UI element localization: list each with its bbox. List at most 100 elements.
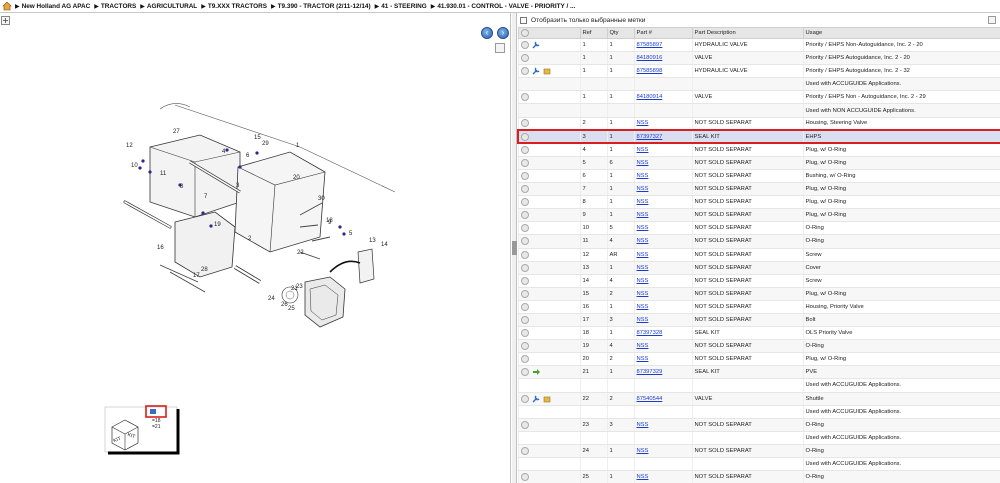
callout-label[interactable]: 5: [349, 231, 353, 237]
table-row[interactable]: 25 1 NSS NOT SOLD SEPARAT O-Ring: [517, 470, 1000, 483]
part-number-link[interactable]: 84180914: [637, 94, 663, 100]
select-row-icon[interactable]: [520, 420, 529, 429]
expand-icon[interactable]: [1, 15, 10, 25]
callout-label[interactable]: 14: [381, 242, 388, 248]
select-row-icon[interactable]: [520, 54, 529, 63]
select-row-icon[interactable]: [520, 158, 529, 167]
part-number-link[interactable]: NSS: [637, 422, 649, 428]
col-usage[interactable]: Usage: [802, 27, 1000, 39]
col-part-description[interactable]: Part Description: [691, 27, 804, 39]
select-row-icon[interactable]: [520, 446, 529, 455]
table-row[interactable]: 17 3 NSS NOT SOLD SEPARAT Bolt: [517, 313, 1000, 328]
part-number-link[interactable]: NSS: [637, 343, 649, 349]
select-row-icon[interactable]: [520, 355, 529, 364]
table-row[interactable]: Used with ACCUGUIDE Applications.: [517, 431, 1000, 445]
select-row-icon[interactable]: [520, 119, 529, 128]
col-qty[interactable]: Qty: [606, 27, 635, 39]
table-row[interactable]: Used with ACCUGUIDE Applications.: [517, 457, 1000, 472]
part-number-link[interactable]: 87540544: [637, 396, 663, 402]
table-row[interactable]: 2 1 NSS NOT SOLD SEPARAT Housing, Steering V…: [517, 117, 1000, 131]
part-number-link[interactable]: NSS: [637, 199, 649, 205]
callout-label[interactable]: 26: [281, 302, 288, 308]
table-row[interactable]: Used with NON ACCUGUIDE Applications.: [517, 103, 1000, 118]
table-row[interactable]: 1 1 87585897 HYDRAULIC VALVE Priority / EHPS…: [517, 38, 1000, 53]
select-row-icon[interactable]: [520, 329, 529, 338]
part-number-link[interactable]: NSS: [637, 186, 649, 192]
table-row[interactable]: 9 1 NSS NOT SOLD SEPARAT Plug, w/ O-Ring: [517, 208, 1000, 223]
table-row[interactable]: 1 1 84180914 VALVE Priority / EHPS Non - Aut…: [517, 90, 1000, 105]
wrench-icon[interactable]: [532, 67, 540, 75]
callout-label[interactable]: 24: [268, 296, 275, 302]
callout-label[interactable]: 30: [318, 196, 325, 202]
part-number-link[interactable]: NSS: [637, 356, 649, 362]
select-row-icon[interactable]: [520, 93, 529, 102]
callout-label[interactable]: 6: [246, 153, 250, 159]
select-row-icon[interactable]: [520, 394, 529, 403]
select-row-icon[interactable]: [520, 211, 529, 220]
table-row[interactable]: 4 1 NSS NOT SOLD SEPARAT Plug, w/ O-Ring: [517, 143, 1000, 157]
callout-label[interactable]: 20: [293, 175, 300, 181]
callout-label[interactable]: 23: [296, 284, 303, 290]
select-row-icon[interactable]: [520, 171, 529, 180]
home-icon[interactable]: [2, 1, 12, 11]
select-row-icon[interactable]: [520, 289, 529, 298]
part-number-link[interactable]: 87585898: [637, 68, 663, 74]
part-number-link[interactable]: NSS: [637, 252, 649, 258]
table-row[interactable]: 21 1 87397329 SEAL KIT PVE: [517, 365, 1000, 380]
table-row[interactable]: Used with ACCUGUIDE Applications.: [517, 77, 1000, 92]
select-row-icon[interactable]: [520, 368, 529, 377]
table-row[interactable]: 6 1 NSS NOT SOLD SEPARAT Bushing, w/ O-Ring: [517, 169, 1000, 184]
select-row-icon[interactable]: [520, 41, 529, 50]
select-row-icon[interactable]: [520, 250, 529, 259]
part-number-link[interactable]: NSS: [637, 278, 649, 284]
breadcrumb-item[interactable]: New Holland AG APAC: [22, 3, 91, 10]
callout-label[interactable]: 13: [369, 238, 376, 244]
package-icon[interactable]: [543, 67, 551, 75]
table-row[interactable]: 18 1 87397328 SEAL KIT OLS Priority Valve: [517, 326, 1000, 341]
close-box-icon[interactable]: [988, 16, 996, 24]
table-row[interactable]: 19 4 NSS NOT SOLD SEPARAT O-Ring: [517, 339, 1000, 354]
table-row[interactable]: 5 6 NSS NOT SOLD SEPARAT Plug, w/ O-Ring: [517, 156, 1000, 170]
table-row[interactable]: 1 1 87585898 HYDRAULIC VALVE Priority / EHPS…: [517, 64, 1000, 79]
table-row[interactable]: 7 1 NSS NOT SOLD SEPARAT Plug, w/ O-Ring: [517, 182, 1000, 197]
table-row[interactable]: Used with ACCUGUIDE Applications.: [517, 405, 1000, 419]
select-row-icon[interactable]: [520, 276, 529, 285]
part-number-link[interactable]: NSS: [637, 120, 649, 126]
part-number-link[interactable]: NSS: [637, 304, 649, 310]
col-part-number[interactable]: Part #: [633, 27, 693, 39]
callout-label[interactable]: 18: [326, 218, 333, 224]
table-row[interactable]: 22 2 87540544 VALVE Shuttle: [517, 392, 1000, 406]
part-number-link[interactable]: NSS: [637, 225, 649, 231]
table-row[interactable]: 24 1 NSS NOT SOLD SEPARAT O-Ring: [517, 444, 1000, 459]
part-number-link[interactable]: NSS: [637, 160, 649, 166]
select-row-icon[interactable]: [520, 185, 529, 194]
select-row-icon[interactable]: [520, 342, 529, 351]
callout-label[interactable]: 19: [214, 222, 221, 228]
table-row[interactable]: Used with ACCUGUIDE Applications.: [517, 378, 1000, 393]
part-number-link[interactable]: NSS: [637, 265, 649, 271]
select-row-icon[interactable]: [521, 132, 529, 141]
select-row-icon[interactable]: [520, 473, 529, 482]
table-row[interactable]: 1 1 84180916 VALVE Priority / EHPS Autoguida…: [517, 51, 1000, 66]
callout-label[interactable]: 27: [173, 129, 180, 135]
part-number-link[interactable]: 87397329: [637, 369, 663, 375]
col-ref[interactable]: Ref: [579, 27, 608, 39]
select-row-icon[interactable]: [520, 224, 529, 233]
part-number-link[interactable]: NSS: [637, 317, 649, 323]
select-row-icon[interactable]: [520, 237, 529, 246]
breadcrumb-item[interactable]: 41.930.01 - CONTROL - VALVE - PRIORITY /…: [437, 3, 575, 10]
part-number-link[interactable]: 87397327: [637, 134, 663, 140]
callout-label[interactable]: 28: [201, 267, 208, 273]
wrench-icon[interactable]: [532, 395, 540, 403]
breadcrumb-item[interactable]: 41 - STEERING: [381, 3, 426, 10]
part-number-link[interactable]: 87397328: [637, 330, 663, 336]
table-row[interactable]: 10 5 NSS NOT SOLD SEPARAT O-Ring: [517, 221, 1000, 236]
table-row[interactable]: 12 AR NSS NOT SOLD SEPARAT Screw: [517, 248, 1000, 262]
table-row[interactable]: 20 2 NSS NOT SOLD SEPARAT Plug, w/ O-Ring: [517, 352, 1000, 367]
select-row-icon[interactable]: [520, 302, 529, 311]
part-number-link[interactable]: 84180916: [637, 55, 663, 61]
part-number-link[interactable]: NSS: [637, 474, 649, 480]
table-row[interactable]: 16 1 NSS NOT SOLD SEPARAT Housing, Priority …: [517, 300, 1000, 314]
breadcrumb-item[interactable]: TRACTORS: [101, 3, 136, 10]
breadcrumb-item[interactable]: T9.XXX TRACTORS: [208, 3, 267, 10]
